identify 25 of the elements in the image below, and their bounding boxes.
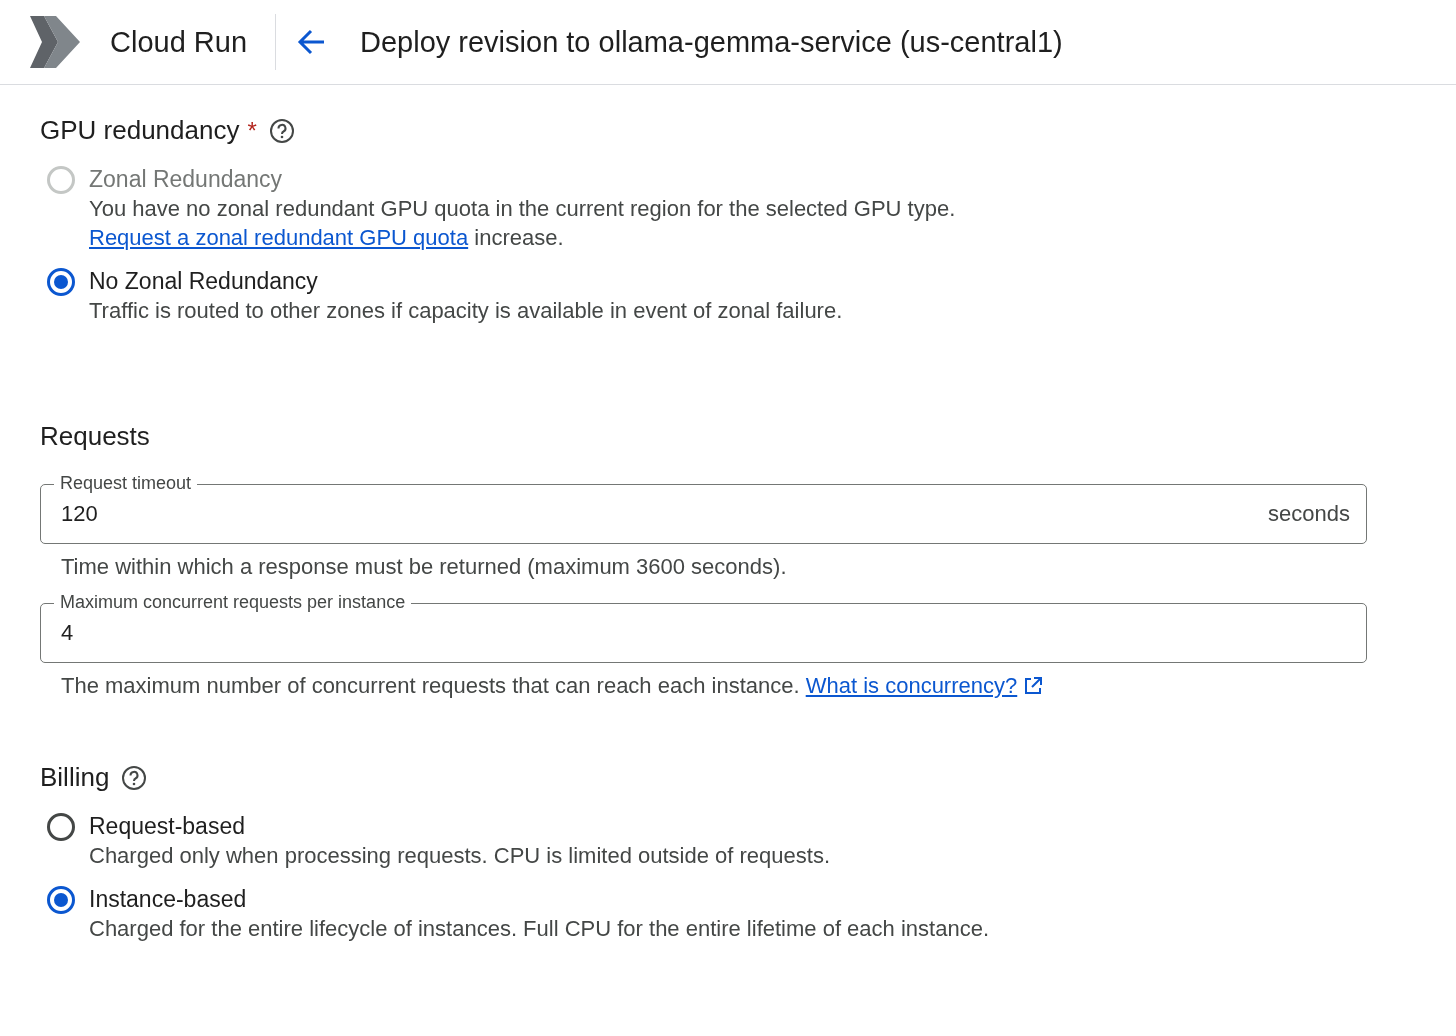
page-title: Deploy revision to ollama-gemma-service (us-central1) (360, 25, 1063, 59)
option-label: Instance-based (89, 885, 247, 914)
help-link[interactable]: What is concurrency? (805, 671, 1018, 700)
back-arrow-icon[interactable] (296, 28, 326, 56)
option-label: Request-based (89, 812, 245, 841)
section-title: Requests (40, 421, 150, 452)
option-description: You have no zonal redundant GPU quota in the current region for the selected GPU type. Request a zonal redundant GPU quota increase. (89, 195, 957, 252)
cloud-run-logo-icon (30, 16, 80, 68)
helper-text: Time within which a response must be returned (maximum 3600 seconds). (61, 553, 788, 581)
option-description: Charged only when processing requests. CPU is limited outside of requests. (89, 842, 831, 870)
option-description: Traffic is routed to other zones if capacity is available in event of zonal failure. (89, 297, 843, 325)
external-link-icon (1023, 675, 1044, 696)
option-description: Charged for the entire lifecycle of instances. Full CPU for the entire lifetime of each instance. (89, 915, 989, 943)
helper-text: The maximum number of concurrent requests that can reach each instance. What is concurrency? (61, 671, 1416, 700)
radio-button[interactable] (47, 268, 75, 296)
product-name: Cloud Run (110, 25, 249, 59)
required-mark: * (247, 116, 257, 145)
radio-button[interactable] (47, 813, 75, 841)
help-icon[interactable] (121, 764, 148, 791)
help-icon[interactable] (268, 117, 295, 144)
option-label: No Zonal Redundancy (89, 267, 318, 296)
section-title: GPU redundancy (40, 115, 240, 146)
section-title: Billing (40, 762, 110, 793)
option-label: Zonal Redundancy (89, 165, 283, 194)
radio-button[interactable] (47, 886, 75, 914)
